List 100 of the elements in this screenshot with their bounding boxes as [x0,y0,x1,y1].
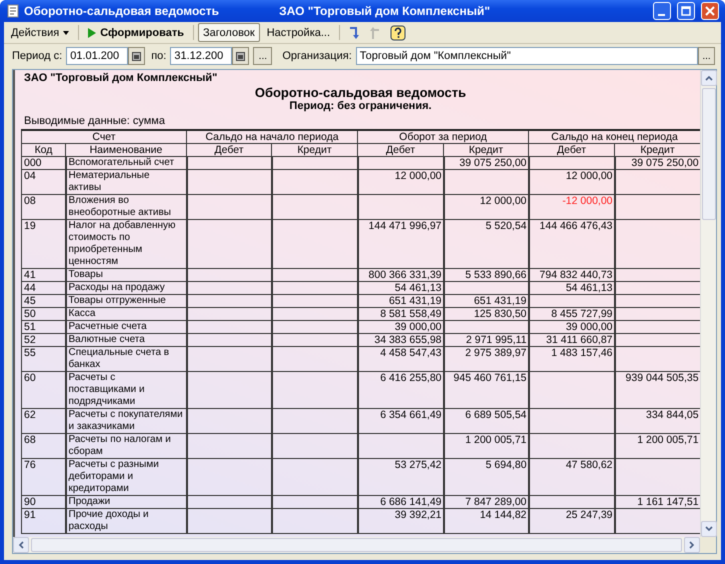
amount-cell: 54 461,13 [528,282,615,294]
maximize-button[interactable] [677,2,695,20]
scrollbar-thumb[interactable] [31,538,682,552]
amount-cell: 12 000,00 [444,194,529,220]
amount-cell: 144 466 476,43 [528,220,615,268]
amount-cell: 39 000,00 [358,320,444,334]
amount-cell: 53 275,42 [358,458,444,496]
vertical-scrollbar[interactable] [700,70,716,537]
account-code: 90 [22,496,66,508]
account-name: Прочие доходы и расходы [66,508,186,534]
column-header: Кредит [444,144,529,156]
amount-cell: 5 520,54 [444,220,529,268]
company-name: ЗАО "Торговый дом Комплексный" [24,72,218,84]
close-button[interactable] [701,2,719,20]
account-code: 08 [22,194,66,220]
generate-button[interactable]: Сформировать [83,23,189,42]
calendar-icon [132,52,142,60]
account-code: 51 [22,320,66,334]
account-code: 04 [22,170,66,194]
actions-menu[interactable]: Действия [6,23,74,42]
chevron-icon [688,541,696,549]
amount-cell: 651 431,19 [444,294,529,308]
window-subtitle: ЗАО "Торговый дом Комплексный" [279,4,490,18]
amount-cell: 6 354 661,49 [358,408,444,434]
amount-cell: 2 971 995,11 [444,334,529,346]
amount-cell: 25 247,39 [528,508,615,534]
account-code: 91 [22,508,66,534]
amount-cell: 5 694,80 [444,458,529,496]
report-period: Период: без ограничения. [288,100,433,112]
account-name: Расчеты с поставщиками и подрядчиками [66,372,186,408]
account-code: 000 [22,156,66,170]
account-code: 44 [22,282,66,294]
amount-cell: 47 580,62 [528,458,615,496]
amount-cell: 39 075 250,00 [444,156,529,170]
amount-cell: 12 000,00 [528,170,615,194]
date-field[interactable]: 01.01.200 [66,47,128,65]
amount-cell: 8 581 558,49 [358,308,444,320]
toolbar-button[interactable]: Настройка... [262,23,336,42]
account-name: Товары [66,268,186,282]
amount-cell: 39 392,21 [358,508,444,534]
account-code: 62 [22,408,66,434]
amount-cell: 5 533 890,66 [444,268,529,282]
amount-cell: 800 366 331,39 [358,268,444,282]
account-name: Нематериальные активы [66,170,186,194]
organization-field[interactable]: Торговый дом "Комплексный" [356,47,698,65]
period-to-label: по: [151,50,166,62]
amount-cell: 1 200 005,71 [444,434,529,458]
close-icon [705,6,715,16]
account-name: Расчеты с разными дебиторами и кредиторами [66,458,186,496]
account-name: Расходы на продажу [66,282,186,294]
amount-cell: 34 383 655,98 [358,334,444,346]
minimize-button[interactable] [653,2,671,20]
amount-cell: 6 686 141,49 [358,496,444,508]
date-field[interactable]: 31.12.200 [170,47,232,65]
select-button[interactable]: ... [698,47,715,65]
account-code: 41 [22,268,66,282]
period-button[interactable]: ... [253,47,272,65]
help-icon[interactable] [388,23,408,42]
amount-cell: 945 460 761,15 [444,372,529,408]
account-name: Товары отгруженные [66,294,186,308]
column-group-header: Счет [22,130,186,144]
amount-cell: 39 000,00 [528,320,615,334]
document-icon [6,4,20,18]
scroll-right-button[interactable] [684,537,700,553]
account-code: 52 [22,334,66,346]
amount-cell: 7 847 289,00 [444,496,529,508]
column-header: Дебет [528,144,615,156]
account-name: Продажи [66,496,186,508]
amount-cell: 12 000,00 [358,170,444,194]
column-group-header: Оборот за период [358,130,529,144]
account-code: 50 [22,308,66,320]
calendar-icon [236,52,246,60]
account-code: 45 [22,294,66,308]
toolbar-button[interactable]: Заголовок [198,23,260,42]
calendar-button[interactable] [128,47,146,65]
chevron-icon [17,541,25,549]
calendar-button[interactable] [232,47,250,65]
account-name: Налог на добавленную стоимость по приобретенным ценностям [66,220,186,268]
horizontal-scrollbar[interactable] [13,537,700,553]
account-code: 55 [22,346,66,372]
play-icon [88,28,96,38]
account-code: 68 [22,434,66,458]
minimize-icon [658,14,664,16]
amount-cell: 8 455 727,99 [528,308,615,320]
scroll-down-button[interactable] [700,521,716,537]
account-code: 76 [22,458,66,496]
amount-cell: -12 000,00 [528,194,615,220]
account-name: Валютные счета [66,334,186,346]
account-name: Специальные счета в банках [66,346,186,372]
amount-cell: 31 411 660,87 [528,334,615,346]
chevron-icon [704,525,712,533]
amount-cell: 651 431,19 [358,294,444,308]
scrollbar-thumb[interactable] [702,88,716,220]
column-header: Код [22,144,66,156]
scroll-up-button[interactable] [700,70,716,86]
account-name: Касса [66,308,186,320]
column-header: Наименование [66,144,186,156]
amount-cell: 6 416 255,80 [358,372,444,408]
account-name: Вспомогательный счет [66,156,186,170]
scroll-left-button[interactable] [13,537,29,553]
